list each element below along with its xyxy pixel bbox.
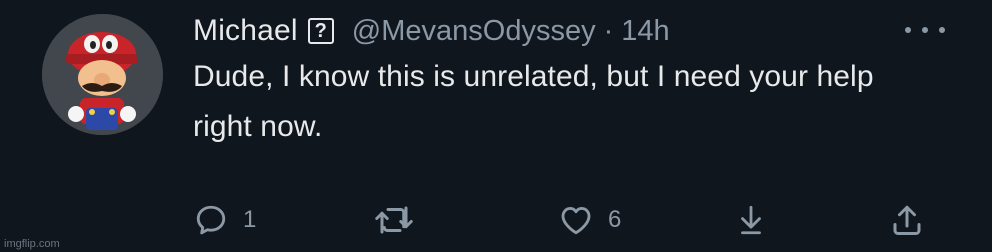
like-count: 6: [608, 206, 622, 233]
tweet-card[interactable]: Michael ? @MevansOdyssey · 14h Dude, I k…: [0, 0, 992, 252]
retweet-icon: [375, 206, 413, 234]
reply-button[interactable]: 1: [193, 195, 256, 245]
like-button[interactable]: 6: [558, 195, 621, 245]
author-handle[interactable]: @MevansOdyssey: [352, 15, 596, 48]
more-dots-icon[interactable]: [905, 18, 945, 42]
reply-icon: [196, 205, 226, 235]
action-bar: 1 6: [0, 195, 992, 245]
avatar[interactable]: [42, 14, 163, 135]
timestamp[interactable]: 14h: [621, 15, 669, 48]
author-name[interactable]: Michael: [193, 14, 298, 48]
tweet-header: Michael ? @MevansOdyssey · 14h: [193, 10, 670, 52]
retweet-button[interactable]: [372, 195, 430, 245]
bookmark-button[interactable]: [734, 195, 768, 245]
tweet-text: Dude, I know this is unrelated, but I ne…: [193, 60, 874, 143]
share-icon: [893, 205, 921, 235]
badge-icon: ?: [307, 18, 334, 44]
share-button[interactable]: [889, 195, 925, 245]
bookmark-down-arrow-icon: [741, 205, 761, 235]
reply-count: 1: [243, 206, 257, 233]
heart-icon: [561, 207, 591, 235]
watermark: imgflip.com: [4, 238, 60, 250]
separator-dot: ·: [603, 14, 614, 47]
mario-avatar-icon: [42, 14, 163, 135]
